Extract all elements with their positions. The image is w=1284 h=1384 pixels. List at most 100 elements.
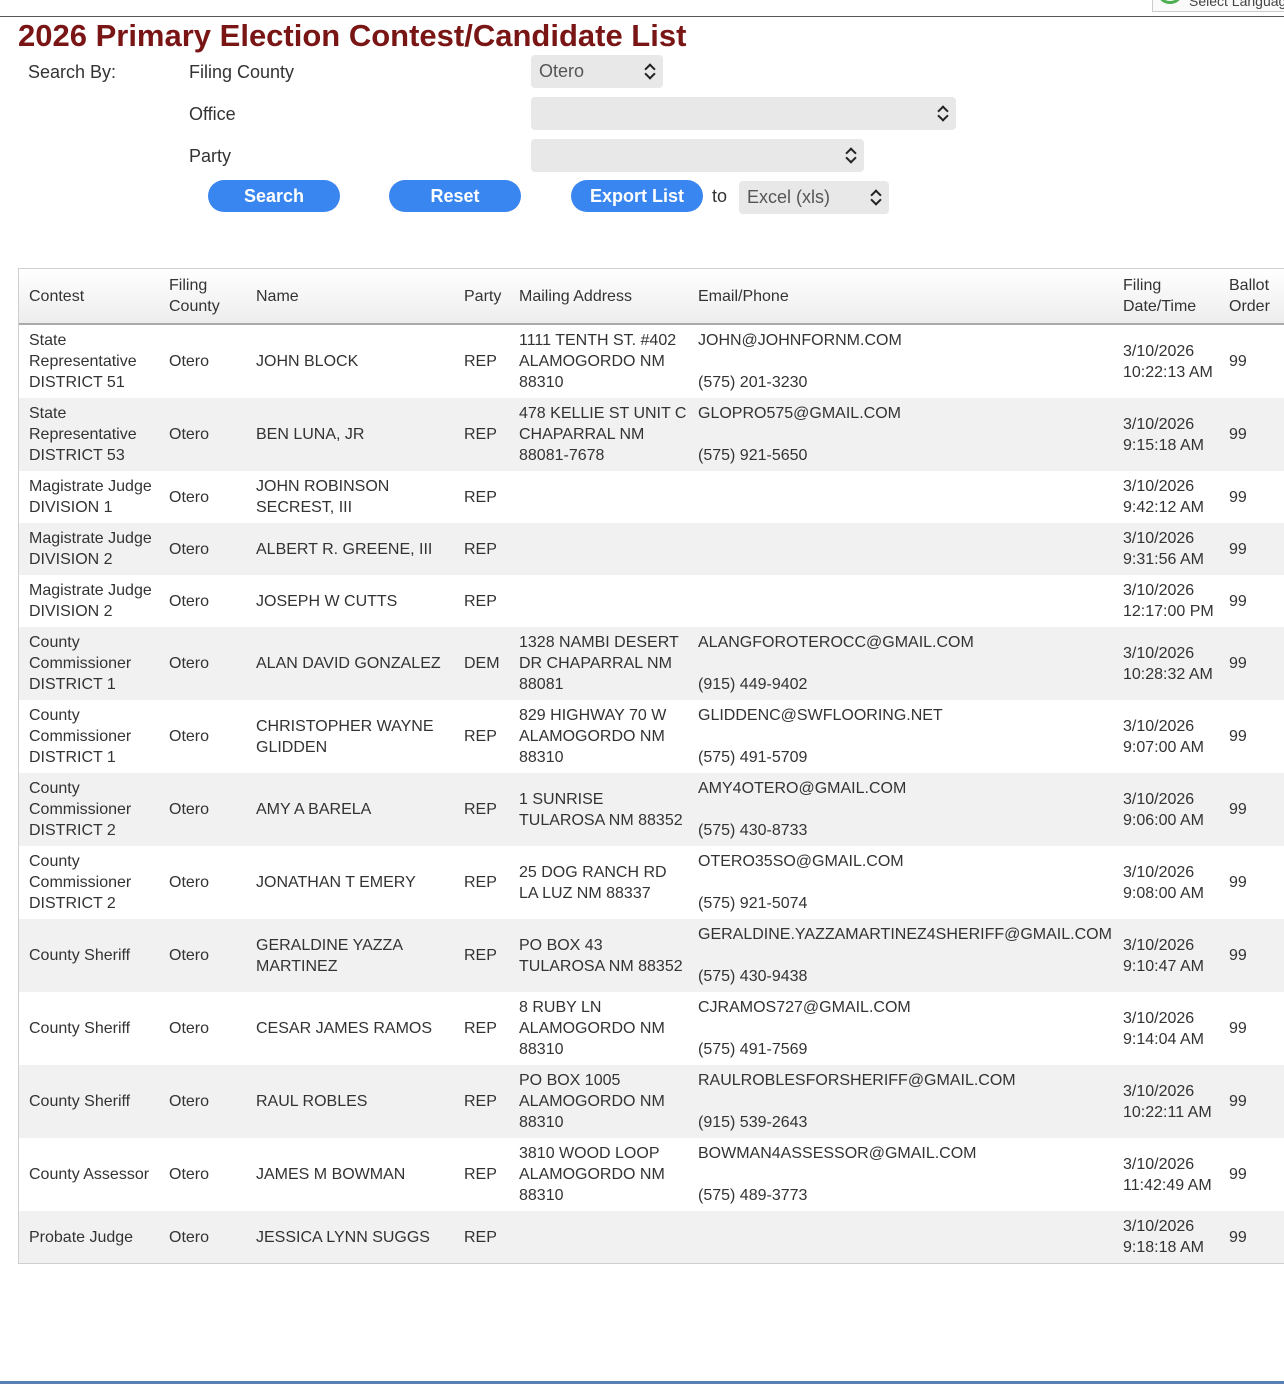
filing-county-label: Filing County bbox=[189, 62, 295, 82]
cell-contest: County Commissioner DISTRICT 2 bbox=[19, 773, 159, 846]
cell-party: REP bbox=[454, 523, 509, 575]
cell-filing-date: 3/10/2026 11:42:49 AM bbox=[1123, 1155, 1212, 1194]
cell-party: DEM bbox=[454, 627, 509, 700]
candidate-phone: (575) 430-9438 bbox=[698, 968, 808, 985]
column-header-email-phone[interactable]: Email/Phone bbox=[688, 269, 1113, 325]
cell-filing-county: Otero bbox=[169, 592, 210, 610]
column-header-name[interactable]: Name bbox=[246, 269, 454, 325]
reset-button[interactable]: Reset bbox=[389, 180, 521, 212]
cell-ballot-order: 99 bbox=[1219, 627, 1284, 700]
cell-ballot-order: 99 bbox=[1229, 728, 1247, 745]
cell-name: BEN LUNA, JR bbox=[246, 398, 454, 471]
candidate-table-container: Contest Filing County Name Party Mailing… bbox=[18, 268, 1284, 1264]
cell-name: JAMES M BOWMAN bbox=[256, 1166, 406, 1183]
cell-email-phone: GLIDDENC@SWFLOORING.NET (575) 491-5709 bbox=[688, 700, 1113, 773]
cell-party: REP bbox=[464, 874, 497, 891]
cell-name: CHRISTOPHER WAYNE GLIDDEN bbox=[256, 717, 434, 756]
table-row: County Assessor Otero JAMES M BOWMAN REP 381… bbox=[19, 1138, 1284, 1211]
language-selector[interactable]: Select Language bbox=[1152, 0, 1284, 12]
table-row: County Commissioner DISTRICT 1 Otero ALAN … bbox=[19, 627, 1284, 700]
column-header-filing-county[interactable]: Filing County bbox=[159, 269, 246, 325]
table-row: County Commissioner DISTRICT 1 Otero CHRIS… bbox=[19, 700, 1284, 773]
cell-mailing-address: 478 KELLIE ST UNIT C CHAPARRAL NM 88081-… bbox=[509, 398, 688, 471]
cell-email-phone: RAULROBLESFORSHERIFF@GMAIL.COM (915) 539-… bbox=[688, 1065, 1113, 1138]
cell-party: REP bbox=[454, 773, 509, 846]
cell-filing-county: Otero bbox=[159, 398, 246, 471]
cell-party: REP bbox=[454, 398, 509, 471]
candidate-phone: (575) 491-7569 bbox=[698, 1041, 808, 1058]
table-row: Magistrate Judge DIVISION 2 Otero JOSEPH W… bbox=[19, 575, 1284, 627]
candidate-email: JOHN@JOHNFORNM.COM bbox=[698, 332, 902, 349]
cell-contest: County Sheriff bbox=[19, 919, 159, 992]
cell-mailing-address: 25 DOG RANCH RD LA LUZ NM 88337 bbox=[519, 863, 667, 902]
table-row: County Sheriff Otero RAUL ROBLES REP PO BOX … bbox=[19, 1065, 1284, 1138]
cell-ballot-order: 99 bbox=[1229, 1166, 1247, 1183]
cell-filing-date: 3/10/2026 9:06:00 AM bbox=[1113, 773, 1219, 846]
cell-mailing-address bbox=[509, 471, 688, 523]
cell-name: RAUL ROBLES bbox=[246, 1065, 454, 1138]
cell-email-phone bbox=[688, 523, 1113, 575]
cell-name: AMY A BARELA bbox=[246, 773, 454, 846]
candidate-email: AMY4OTERO@GMAIL.COM bbox=[698, 780, 907, 797]
cell-mailing-address: 1 SUNRISE TULAROSA NM 88352 bbox=[509, 773, 688, 846]
candidate-phone: (575) 489-3773 bbox=[698, 1187, 808, 1204]
candidate-phone: (575) 921-5650 bbox=[698, 447, 808, 464]
candidate-email: OTERO35SO@GMAIL.COM bbox=[698, 853, 904, 870]
party-select[interactable] bbox=[531, 139, 864, 172]
cell-ballot-order: 99 bbox=[1219, 919, 1284, 992]
cell-mailing-address bbox=[509, 575, 688, 627]
cell-ballot-order: 99 bbox=[1229, 488, 1247, 506]
cell-contest: County Commissioner DISTRICT 1 bbox=[19, 627, 159, 700]
cell-ballot-order: 99 bbox=[1219, 523, 1284, 575]
candidate-email: RAULROBLESFORSHERIFF@GMAIL.COM bbox=[698, 1072, 1016, 1089]
cell-filing-date: 3/10/2026 9:10:47 AM bbox=[1113, 919, 1219, 992]
candidate-phone: (575) 491-5709 bbox=[698, 749, 808, 766]
candidate-phone: (575) 201-3230 bbox=[698, 374, 808, 391]
cell-ballot-order: 99 bbox=[1219, 773, 1284, 846]
cell-name: JESSICA LYNN SUGGS bbox=[246, 1211, 454, 1263]
cell-name: JOHN ROBINSON SECREST, III bbox=[256, 478, 390, 516]
cell-ballot-order: 99 bbox=[1229, 592, 1247, 610]
export-list-button[interactable]: Export List bbox=[571, 180, 703, 212]
cell-ballot-order: 99 bbox=[1219, 1065, 1284, 1138]
cell-ballot-order: 99 bbox=[1219, 398, 1284, 471]
cell-filing-date: 3/10/2026 10:22:11 AM bbox=[1113, 1065, 1219, 1138]
cell-filing-date: 3/10/2026 9:15:18 AM bbox=[1113, 398, 1219, 471]
filing-county-select[interactable]: Otero bbox=[531, 55, 663, 88]
cell-mailing-address: PO BOX 1005 ALAMOGORDO NM 88310 bbox=[509, 1065, 688, 1138]
cell-name: JOSEPH W CUTTS bbox=[256, 592, 398, 610]
cell-email-phone: AMY4OTERO@GMAIL.COM (575) 430-8733 bbox=[688, 773, 1113, 846]
candidate-phone: (575) 430-8733 bbox=[698, 822, 808, 839]
column-header-party[interactable]: Party bbox=[454, 269, 509, 325]
cell-email-phone bbox=[688, 471, 1113, 523]
cell-filing-date: 3/10/2026 9:18:18 AM bbox=[1113, 1211, 1219, 1263]
cell-email-phone: GLOPRO575@GMAIL.COM (575) 921-5650 bbox=[688, 398, 1113, 471]
cell-contest: Magistrate Judge DIVISION 2 bbox=[29, 582, 152, 620]
select-arrows-icon bbox=[846, 147, 856, 164]
cell-filing-county: Otero bbox=[169, 1166, 210, 1183]
column-header-ballot-order[interactable]: Ballot Order bbox=[1219, 269, 1284, 325]
cell-party: REP bbox=[464, 353, 497, 370]
cell-email-phone: CJRAMOS727@GMAIL.COM (575) 491-7569 bbox=[688, 992, 1113, 1065]
cell-name: JONATHAN T EMERY bbox=[256, 874, 416, 891]
export-format-select[interactable]: Excel (xls) bbox=[739, 181, 889, 214]
table-row: County Commissioner DISTRICT 2 Otero AMY A… bbox=[19, 773, 1284, 846]
cell-mailing-address: 1328 NAMBI DESERT DR CHAPARRAL NM 88081 bbox=[509, 627, 688, 700]
cell-filing-county: Otero bbox=[159, 1211, 246, 1263]
table-row: County Sheriff Otero GERALDINE YAZZA MARTI… bbox=[19, 919, 1284, 992]
search-button[interactable]: Search bbox=[208, 180, 340, 212]
office-select[interactable] bbox=[531, 97, 956, 130]
cell-email-phone: JOHN@JOHNFORNM.COM (575) 201-3230 bbox=[688, 324, 1113, 398]
cell-mailing-address: 829 HIGHWAY 70 W ALAMOGORDO NM 88310 bbox=[519, 707, 667, 766]
cell-mailing-address: 3810 WOOD LOOP ALAMOGORDO NM 88310 bbox=[519, 1145, 665, 1204]
column-header-filing-date[interactable]: Filing Date/Time bbox=[1113, 269, 1219, 325]
cell-ballot-order: 99 bbox=[1229, 1020, 1247, 1037]
cell-filing-county: Otero bbox=[159, 627, 246, 700]
cell-email-phone: BOWMAN4ASSESSOR@GMAIL.COM (575) 489-3773 bbox=[688, 1138, 1113, 1211]
table-row: State Representative DISTRICT 51 Otero JOH… bbox=[19, 324, 1284, 398]
select-arrows-icon bbox=[871, 189, 881, 206]
column-header-mailing-address[interactable]: Mailing Address bbox=[509, 269, 688, 325]
candidate-email: GLOPRO575@GMAIL.COM bbox=[698, 405, 901, 422]
cell-name: ALAN DAVID GONZALEZ bbox=[246, 627, 454, 700]
column-header-contest[interactable]: Contest bbox=[19, 269, 159, 325]
